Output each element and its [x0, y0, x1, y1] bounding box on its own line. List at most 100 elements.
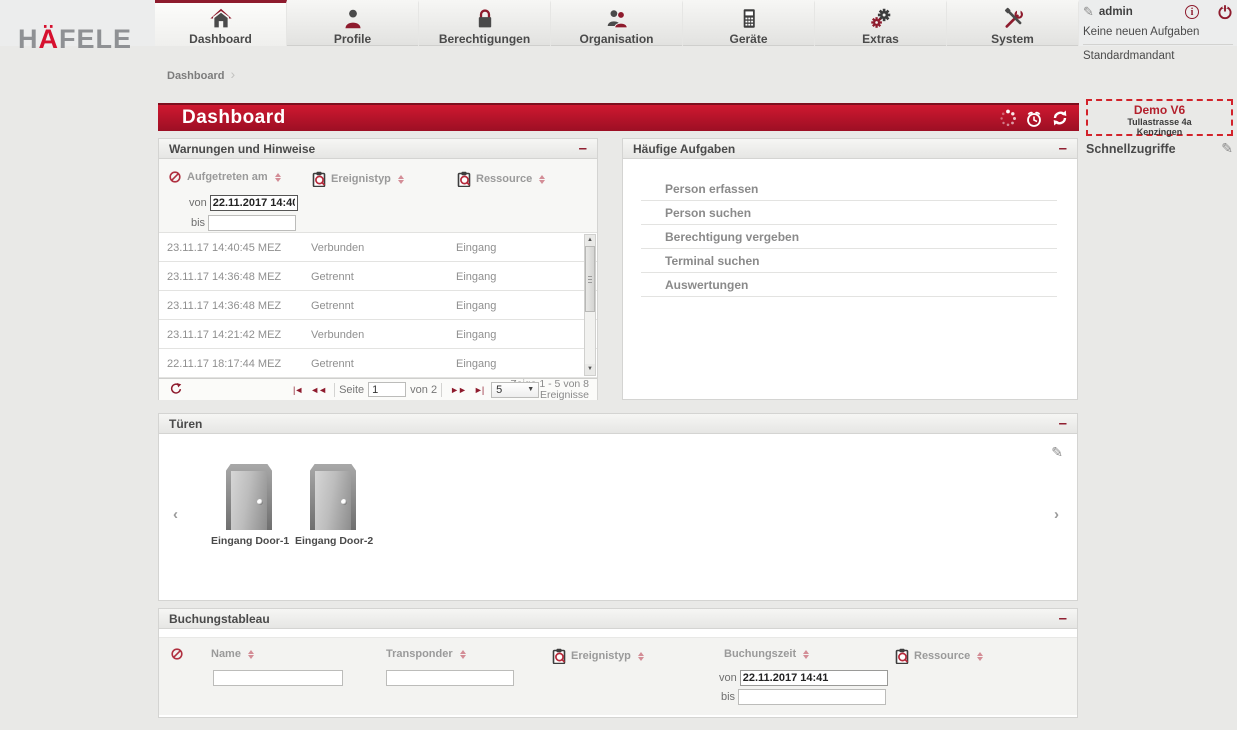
doors-strip: Eingang Door-1 Eingang Door-2 [211, 464, 371, 547]
column-header-buchungszeit[interactable]: Buchungszeit [724, 648, 809, 660]
minimize-icon[interactable]: – [1059, 419, 1067, 429]
user-area: ✎ admin i Keine neuen Aufgaben Standardm… [1083, 4, 1233, 62]
filter-bis-input[interactable] [738, 689, 886, 705]
filter-von-input[interactable] [210, 195, 298, 211]
breadcrumb-item[interactable]: Dashboard [167, 70, 224, 82]
column-header-transponder[interactable]: Transponder [386, 648, 466, 660]
pager-page-label: Seite [339, 384, 364, 396]
scroll-down-icon[interactable]: ▼ [585, 364, 595, 375]
cell-type: Verbunden [311, 329, 364, 341]
warnings-table-body: 23.11.17 14:40:45 MEZ Verbunden Eingang … [159, 233, 597, 378]
column-header-ereignistyp[interactable]: Ereignistyp [311, 171, 404, 187]
notifications-status: Keine neuen Aufgaben [1083, 26, 1233, 45]
sort-icon[interactable] [638, 652, 644, 661]
minimize-icon[interactable]: – [1059, 614, 1067, 624]
sort-icon[interactable] [803, 650, 809, 659]
info-icon[interactable]: i [1185, 5, 1199, 19]
cell-type: Getrennt [311, 271, 354, 283]
task-list: Person erfassen Person suchen Berechtigu… [623, 159, 1077, 297]
filter-bis-input[interactable] [208, 215, 296, 231]
pager-total-label: von 2 [410, 384, 437, 396]
scroll-up-icon[interactable]: ▲ [585, 235, 595, 246]
nav-tab-profile[interactable]: Profile [287, 0, 419, 46]
door-item[interactable]: Eingang Door-1 [211, 464, 287, 547]
warnings-panel: Warnungen und Hinweise – Aufgetreten am … [158, 138, 598, 400]
cell-type: Getrennt [311, 300, 354, 312]
scrollbar-thumb[interactable] [585, 246, 595, 312]
pager-next-button[interactable]: ►► [446, 385, 470, 395]
column-header-ereignistyp[interactable]: Ereignistyp [551, 648, 644, 664]
nav-tab-dashboard[interactable]: Dashboard [155, 0, 287, 46]
bis-label: bis [191, 217, 205, 229]
alarm-clock-icon[interactable] [1025, 110, 1043, 127]
column-header-name[interactable]: Name [211, 648, 254, 660]
quick-access-panel: Schnellzugriffe ✎ [1086, 140, 1233, 157]
vertical-scrollbar[interactable]: ▲ ▼ [584, 234, 596, 376]
edit-doors-icon[interactable]: ✎ [1051, 444, 1063, 461]
column-header-ressource[interactable]: Ressource [456, 171, 545, 187]
filter-name-input[interactable] [213, 670, 343, 686]
nav-tab-geraete[interactable]: Geräte [683, 0, 815, 46]
sort-icon[interactable] [539, 175, 545, 184]
task-item-berechtigung-vergeben[interactable]: Berechtigung vergeben [641, 225, 1057, 249]
bis-label: bis [721, 691, 735, 703]
sort-icon[interactable] [248, 650, 254, 659]
nav-tab-label: Berechtigungen [439, 32, 530, 46]
table-row[interactable]: 23.11.17 14:40:45 MEZ Verbunden Eingang [159, 233, 597, 262]
no-entry-icon [169, 171, 181, 183]
sort-icon[interactable] [977, 652, 983, 661]
power-icon[interactable] [1217, 4, 1233, 20]
task-item-person-erfassen[interactable]: Person erfassen [641, 177, 1057, 201]
sort-icon[interactable] [460, 650, 466, 659]
table-row[interactable]: 22.11.17 18:17:44 MEZ Getrennt Eingang [159, 349, 597, 378]
page-size-select[interactable]: 5 ▼ [491, 382, 539, 398]
warnings-pager: |◄ ◄◄ Seite von 2 ►► ►| 5 ▼ Zeige 1 - 5 … [159, 378, 597, 400]
warnings-table-head: Aufgetreten am Ereignistyp Ressource von… [159, 159, 597, 233]
pager-page-input[interactable] [368, 382, 406, 397]
nav-tab-system[interactable]: System [947, 0, 1079, 46]
filter-transponder-input[interactable] [386, 670, 514, 686]
nav-tab-label: Profile [334, 32, 371, 46]
pager-first-button[interactable]: |◄ [289, 385, 306, 395]
nav-tab-label: Geräte [729, 32, 767, 46]
task-item-person-suchen[interactable]: Person suchen [641, 201, 1057, 225]
table-row[interactable]: 23.11.17 14:21:42 MEZ Verbunden Eingang [159, 320, 597, 349]
doors-panel-title: Türen [169, 417, 202, 431]
column-header-ressource[interactable]: Ressource [894, 648, 983, 664]
reload-icon[interactable] [169, 383, 183, 397]
task-item-auswertungen[interactable]: Auswertungen [641, 273, 1057, 297]
door-item[interactable]: Eingang Door-2 [295, 464, 371, 547]
doors-next-arrow[interactable]: › [1054, 506, 1059, 523]
breadcrumb[interactable]: Dashboard› [167, 66, 235, 82]
nav-tab-organisation[interactable]: Organisation [551, 0, 683, 46]
nav-tab-label: System [991, 32, 1034, 46]
nav-tab-berechtigungen[interactable]: Berechtigungen [419, 0, 551, 46]
cell-type: Verbunden [311, 242, 364, 254]
sort-icon[interactable] [398, 175, 404, 184]
edit-user-icon[interactable]: ✎ [1083, 4, 1094, 20]
table-row[interactable]: 23.11.17 14:36:48 MEZ Getrennt Eingang [159, 291, 597, 320]
task-item-terminal-suchen[interactable]: Terminal suchen [641, 249, 1057, 273]
minimize-icon[interactable]: – [1059, 144, 1067, 154]
spinner-icon[interactable] [999, 109, 1017, 127]
pager-last-button[interactable]: ►| [470, 385, 487, 395]
clipboard-search-icon [456, 171, 472, 187]
client-name[interactable]: Standardmandant [1083, 50, 1233, 62]
doors-prev-arrow[interactable]: ‹ [173, 506, 178, 523]
table-row[interactable]: 23.11.17 14:36:48 MEZ Getrennt Eingang [159, 262, 597, 291]
cell-time: 22.11.17 18:17:44 MEZ [167, 358, 281, 370]
cell-time: 23.11.17 14:40:45 MEZ [167, 242, 281, 254]
minimize-icon[interactable]: – [579, 144, 587, 154]
pager-prev-button[interactable]: ◄◄ [306, 385, 330, 395]
doors-panel: Türen – ✎ ‹ › Eingang Door-1 Eingang Doo… [158, 413, 1078, 601]
top-bar: HÄFELE Dashboard Profile Berechtigungen … [0, 0, 1237, 46]
sort-icon[interactable] [275, 173, 281, 182]
edit-quick-access-icon[interactable]: ✎ [1221, 140, 1233, 157]
filter-von-input[interactable] [740, 670, 888, 686]
quick-access-title: Schnellzugriffe [1086, 142, 1176, 156]
nav-tab-extras[interactable]: Extras [815, 0, 947, 46]
column-header-aufgetreten[interactable]: Aufgetreten am [187, 171, 281, 183]
client-demo-box[interactable]: Demo V6 Tullastrasse 4a Kenzingen [1086, 99, 1233, 136]
tasks-panel-title: Häufige Aufgaben [633, 142, 735, 156]
refresh-icon[interactable] [1051, 109, 1069, 127]
